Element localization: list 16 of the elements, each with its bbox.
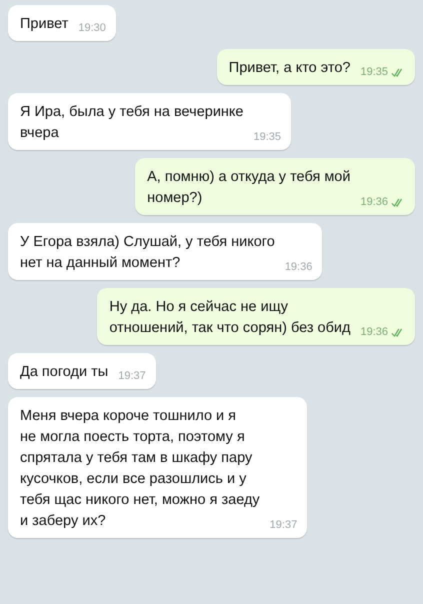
- message-time: 19:30: [78, 22, 106, 34]
- message-time: 19:35: [360, 66, 388, 78]
- message-text: Я Ира, была у тебя на вечеринке вчера: [20, 103, 244, 143]
- message-time: 19:36: [360, 326, 388, 338]
- message-text: У Егора взяла) Слушай, у тебя никого нет на данный момент?: [20, 233, 275, 273]
- message-text: А, помню) а откуда у тебя мой номер?): [147, 168, 350, 208]
- message-text: Меня вчера короче тошнило и я не могла поесть торта, поэтому я спрятала у тебя там в шкафу пару кусочков, если все разошлись и у тебя щас никого нет, можно я заеду и заберу их?: [20, 407, 260, 531]
- message-text: Ну да. Но я сейчас не ищу отношений, так что сорян) без обид: [109, 298, 350, 338]
- message-text: Привет: [20, 15, 68, 34]
- message-time: 19:35: [254, 131, 282, 143]
- message-time: 19:36: [360, 196, 388, 208]
- message-text: Привет, а кто это?: [228, 59, 350, 78]
- message-time: 19:37: [118, 370, 146, 382]
- message-text: Да погоди ты: [20, 363, 108, 382]
- message-time: 19:36: [284, 261, 312, 273]
- message-time: 19:37: [270, 519, 298, 531]
